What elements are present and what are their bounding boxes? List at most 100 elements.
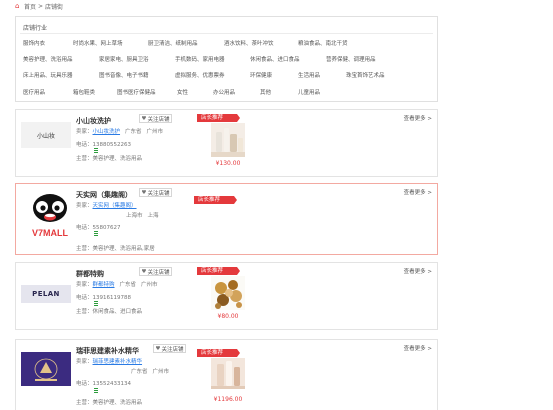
breadcrumb-separator: > (38, 3, 44, 10)
recommend-badge: 店长推荐 (197, 349, 240, 357)
shop-card: 小山妆 小山妆洗护 ♥ 关注店铺 卖家： 小山妆洗护 广东省 广州市 电话：13… (15, 109, 438, 177)
view-more-link[interactable]: 查看更多 > (404, 344, 432, 352)
category-divider (20, 33, 433, 34)
shop-logo-text: PELAN (32, 290, 60, 298)
phone-row: 电话：13880552263 (76, 140, 131, 148)
follow-shop-button[interactable]: ♥ 关注店铺 (139, 267, 172, 276)
category-item[interactable]: 时尚水果、网上草场 (73, 39, 123, 47)
category-item[interactable]: 儿童用品 (298, 88, 320, 96)
heart-icon: ♥ (141, 268, 147, 275)
product-image[interactable] (211, 123, 245, 157)
shop-card: PELAN 群都特购 ♥ 关注店铺 卖家： 群都特购 广东省 广州市 电话：13… (15, 262, 438, 330)
breadcrumb-current: 店铺街 (45, 4, 64, 11)
shop-name[interactable]: 小山妆洗护 (76, 116, 111, 126)
seller-link[interactable]: 小山妆洗护 (93, 127, 121, 135)
category-item[interactable]: 环保健康 (250, 71, 272, 79)
breadcrumb-home-link[interactable]: 首页 (24, 2, 36, 11)
seller-location-row: 广东省 广州市 (131, 367, 169, 375)
seller-link[interactable]: 瑞菲思建素补水精华 (93, 357, 143, 365)
seller-city: 广州市 (152, 369, 170, 375)
view-more-link[interactable]: 查看更多 > (404, 267, 432, 275)
shop-name[interactable]: 天实网（集趣阁） (76, 190, 132, 200)
shop-card: V7MALL 天实网（集趣阁） ♥ 关注店铺 卖家： 天实网（集趣阁） 上海市 … (15, 183, 438, 255)
seller-city: 上海 (147, 213, 159, 219)
seller-label: 卖家： (76, 203, 93, 209)
follow-shop-button[interactable]: ♥ 关注店铺 (139, 188, 172, 197)
follow-label: 关注店铺 (147, 190, 170, 197)
category-item[interactable]: 手机数码、家用电器 (175, 55, 225, 63)
category-item[interactable]: 其他 (260, 88, 271, 96)
category-item[interactable]: 办公用品 (213, 88, 235, 96)
follow-label: 关注店铺 (147, 269, 170, 276)
shop-logo-text: 小山妆 (36, 132, 55, 140)
seller-province: 上海市 (126, 213, 143, 219)
heart-icon: ♥ (155, 345, 161, 352)
seller-city: 广州市 (146, 129, 164, 135)
category-item[interactable]: 营养保健、调理用品 (326, 55, 376, 63)
seller-row: 卖家： 瑞菲思建素补水精华 (76, 357, 142, 365)
shop-name[interactable]: 群都特购 (76, 269, 104, 279)
qualification-icon (94, 148, 98, 153)
product-price: ¥1196.00 (213, 396, 243, 403)
v7mall-logo: V7MALL (32, 194, 69, 238)
seller-city: 广州市 (141, 282, 158, 288)
product-price: ¥80.00 (217, 313, 239, 320)
category-item[interactable]: 图书医疗保健品 (117, 88, 156, 96)
category-item[interactable]: 图书音像、电子书籍 (99, 71, 149, 79)
shop-logo[interactable]: PELAN (21, 285, 71, 303)
seller-label: 卖家： (76, 359, 93, 365)
category-item[interactable]: 休闲食品、进口食品 (250, 55, 300, 63)
shop-logo[interactable] (21, 352, 71, 386)
breadcrumb: ⌂ 首页 > 店铺街 (15, 2, 64, 12)
follow-label: 关注店铺 (161, 346, 184, 353)
phone-label: 电话： (76, 225, 93, 231)
main-business-row: 主营：美容护理、洗浴用品 (76, 154, 142, 162)
shop-name[interactable]: 瑞菲思建素补水精华 (76, 346, 139, 356)
seller-link[interactable]: 天实网（集趣阁） (93, 201, 137, 209)
main-label: 主营： (76, 156, 93, 162)
seller-row: 卖家： 天实网（集趣阁） (76, 201, 137, 209)
product-image[interactable] (211, 276, 245, 310)
follow-shop-button[interactable]: ♥ 关注店铺 (153, 344, 186, 353)
recommend-badge: 店长推荐 (194, 196, 237, 204)
heart-icon: ♥ (141, 189, 147, 196)
shop-card: 瑞菲思建素补水精华 ♥ 关注店铺 卖家： 瑞菲思建素补水精华 广东省 广州市 电… (15, 339, 438, 410)
seller-row: 卖家： 群都特购 广东省 广州市 (76, 280, 158, 288)
follow-shop-button[interactable]: ♥ 关注店铺 (139, 114, 172, 123)
recommend-badge: 店长推荐 (197, 114, 240, 122)
shop-logo[interactable]: V7MALL (24, 190, 76, 240)
category-item[interactable]: 床上用品、玩具乐器 (23, 71, 73, 79)
seller-link[interactable]: 群都特购 (93, 280, 115, 288)
category-item[interactable]: 厨卫清洁、纸制用品 (148, 39, 198, 47)
main-label: 主营： (76, 309, 93, 315)
category-item[interactable]: 女性 (177, 88, 188, 96)
phone-label: 电话： (76, 142, 93, 148)
main-business-row: 主营：休闲食品、进口食品 (76, 307, 142, 315)
snack-product-image (211, 276, 245, 310)
phone-value: 13552433134 (92, 381, 132, 387)
qualification-icon (94, 231, 98, 236)
category-item[interactable]: 医疗用品 (23, 88, 45, 96)
shop-logo[interactable]: 小山妆 (21, 122, 71, 148)
category-item[interactable]: 酒水饮料、茶叶冲饮 (224, 39, 274, 47)
category-item[interactable]: 虚拟服务、优惠票券 (175, 71, 225, 79)
category-item[interactable]: 生活用品 (298, 71, 320, 79)
view-more-link[interactable]: 查看更多 > (404, 188, 432, 196)
product-image[interactable] (211, 358, 245, 389)
category-item[interactable]: 服饰内衣 (23, 39, 45, 47)
category-item[interactable]: 家居家电、厨具卫浴 (99, 55, 149, 63)
category-item[interactable]: 美容护理、洗浴用品 (23, 55, 73, 63)
brand-crest-logo (21, 352, 71, 386)
phone-value: 13916119788 (92, 295, 132, 301)
category-item[interactable]: 箱包鞋类 (73, 88, 95, 96)
view-more-link[interactable]: 查看更多 > (404, 114, 432, 122)
phone-row: 电话：13916119788 (76, 293, 131, 301)
main-value: 休闲食品、进口食品 (92, 309, 143, 315)
category-item[interactable]: 粮油食品、南北干货 (298, 39, 348, 47)
phone-row: 电话：13552433134 (76, 379, 131, 387)
qualification-icon (94, 388, 98, 393)
phone-value: 13880552263 (92, 142, 132, 148)
category-item[interactable]: 珠宝首饰艺术品 (346, 71, 385, 79)
heart-icon: ♥ (141, 115, 147, 122)
main-value: 美容护理、洗浴用品 (92, 400, 143, 406)
